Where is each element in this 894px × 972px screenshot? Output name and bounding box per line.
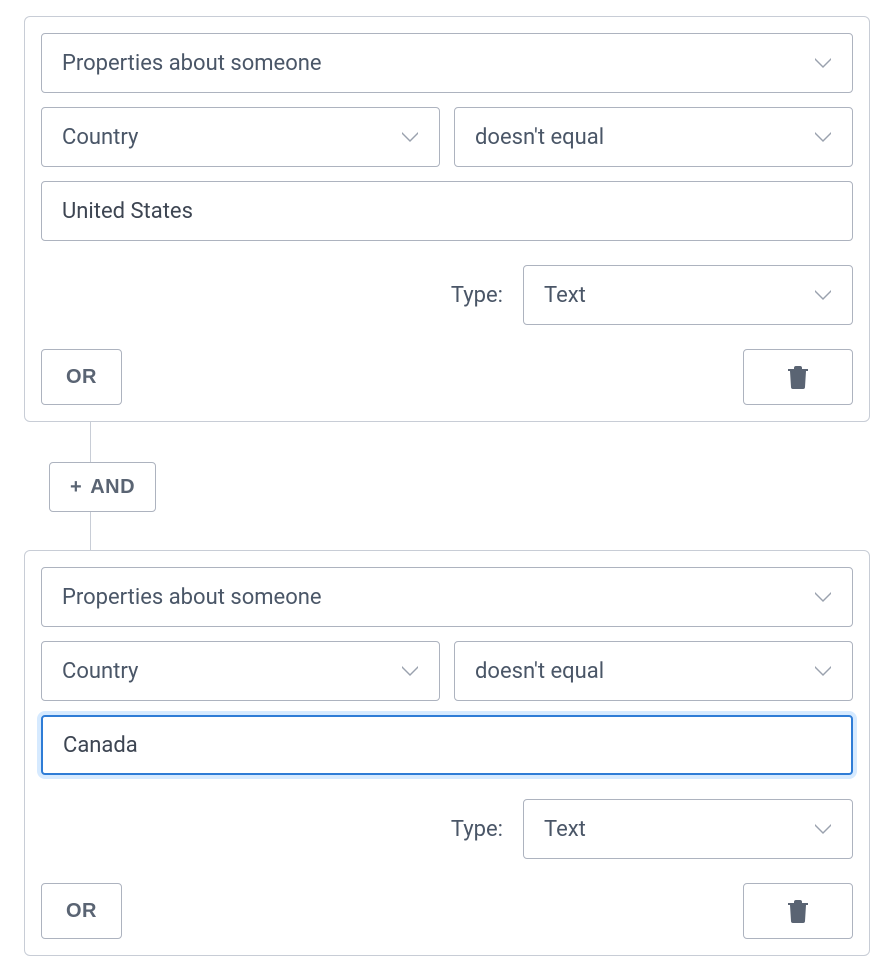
type-label: Type: — [451, 817, 503, 842]
type-select[interactable]: Text — [523, 265, 853, 325]
chevron-down-icon — [814, 665, 832, 677]
condition-group: Properties about someone Country doesn't… — [24, 550, 870, 956]
or-button[interactable]: OR — [41, 883, 122, 939]
or-button[interactable]: OR — [41, 349, 122, 405]
plus-icon: + — [70, 476, 82, 499]
value-input[interactable] — [41, 715, 853, 775]
value-input[interactable] — [41, 181, 853, 241]
or-button-label: OR — [66, 366, 97, 389]
chevron-down-icon — [401, 131, 419, 143]
operator-select-value: doesn't equal — [475, 125, 604, 150]
type-label: Type: — [451, 283, 503, 308]
condition-group: Properties about someone Country doesn't… — [24, 16, 870, 422]
trash-icon — [788, 365, 808, 389]
group-connector: + AND — [90, 422, 870, 550]
or-button-label: OR — [66, 900, 97, 923]
category-select[interactable]: Properties about someone — [41, 33, 853, 93]
trash-icon — [788, 899, 808, 923]
delete-button[interactable] — [743, 349, 853, 405]
chevron-down-icon — [401, 665, 419, 677]
property-select-value: Country — [62, 659, 138, 684]
property-select[interactable]: Country — [41, 107, 440, 167]
and-button-label: AND — [90, 476, 135, 499]
and-button[interactable]: + AND — [49, 462, 156, 512]
chevron-down-icon — [814, 57, 832, 69]
operator-select[interactable]: doesn't equal — [454, 641, 853, 701]
chevron-down-icon — [814, 591, 832, 603]
type-select[interactable]: Text — [523, 799, 853, 859]
property-select[interactable]: Country — [41, 641, 440, 701]
category-select-value: Properties about someone — [62, 51, 322, 76]
operator-select-value: doesn't equal — [475, 659, 604, 684]
chevron-down-icon — [814, 289, 832, 301]
operator-select[interactable]: doesn't equal — [454, 107, 853, 167]
chevron-down-icon — [814, 131, 832, 143]
type-select-value: Text — [544, 817, 586, 842]
category-select[interactable]: Properties about someone — [41, 567, 853, 627]
delete-button[interactable] — [743, 883, 853, 939]
category-select-value: Properties about someone — [62, 585, 322, 610]
chevron-down-icon — [814, 823, 832, 835]
property-select-value: Country — [62, 125, 138, 150]
type-select-value: Text — [544, 283, 586, 308]
